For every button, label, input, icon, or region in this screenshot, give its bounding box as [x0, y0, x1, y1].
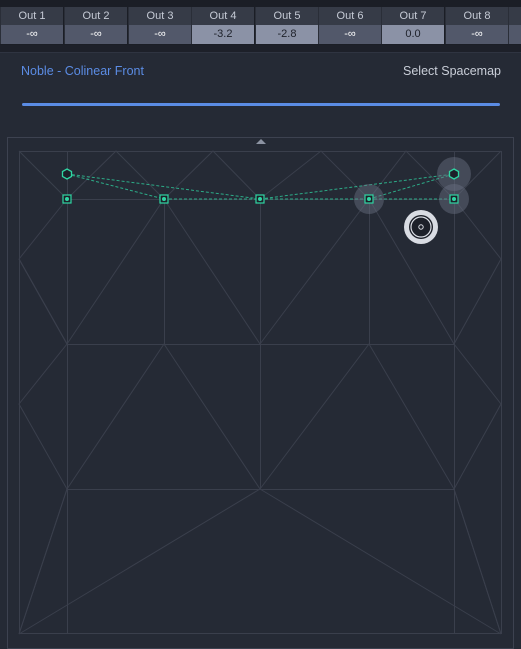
virtual-speaker-node[interactable]: [61, 168, 73, 180]
output-label: Out 2: [65, 7, 127, 25]
output-level: 0.0: [382, 25, 444, 44]
output-label: Out 4: [192, 7, 254, 25]
output-2[interactable]: Out 2 -∞: [64, 7, 127, 44]
source-puck-ring: [409, 215, 433, 239]
output-level: -∞: [319, 25, 381, 44]
output-label: Out 8: [446, 7, 508, 25]
output-level: -∞: [129, 25, 191, 44]
panel-progress-bar: [22, 103, 500, 106]
source-puck[interactable]: [404, 210, 438, 244]
output-meter-strip: Out 1 -∞ Out 2 -∞ Out 3 -∞ Out 4 -3.2 Ou…: [0, 0, 521, 45]
output-level: -2.8: [256, 25, 318, 44]
speaker-node-dot: [367, 197, 371, 201]
panel-title: Noble - Colinear Front: [21, 64, 144, 78]
spacemap-canvas[interactable]: [0, 137, 521, 649]
output-8[interactable]: Out 8 -∞: [445, 7, 508, 44]
output-3[interactable]: Out 3 -∞: [128, 7, 191, 44]
collapse-arrow-icon[interactable]: [256, 139, 266, 144]
output-label: Out 3: [129, 7, 191, 25]
output-level: [509, 25, 521, 44]
virtual-speaker-node[interactable]: [448, 168, 460, 180]
output-9-partial[interactable]: [508, 7, 521, 44]
output-label: Out 6: [319, 7, 381, 25]
output-label: Out 1: [1, 7, 63, 25]
output-label: Out 5: [256, 7, 318, 25]
output-7[interactable]: Out 7 0.0: [381, 7, 444, 44]
output-level: -∞: [65, 25, 127, 44]
output-4[interactable]: Out 4 -3.2: [191, 7, 254, 44]
output-label: [509, 7, 521, 25]
output-label: Out 7: [382, 7, 444, 25]
output-6[interactable]: Out 6 -∞: [318, 7, 381, 44]
output-5[interactable]: Out 5 -2.8: [255, 7, 318, 44]
output-1[interactable]: Out 1 -∞: [0, 7, 63, 44]
speaker-node-dot: [65, 197, 69, 201]
speaker-node-dot: [452, 197, 456, 201]
spacemap-panel: Noble - Colinear Front Select Spacemap: [0, 52, 521, 649]
select-spacemap-button[interactable]: Select Spacemap: [403, 64, 501, 78]
output-level: -∞: [446, 25, 508, 44]
output-level: -∞: [1, 25, 63, 44]
speaker-node-dot: [162, 197, 166, 201]
spacemap-svg[interactable]: [0, 137, 521, 649]
speaker-node-dot: [258, 197, 262, 201]
output-level: -3.2: [192, 25, 254, 44]
